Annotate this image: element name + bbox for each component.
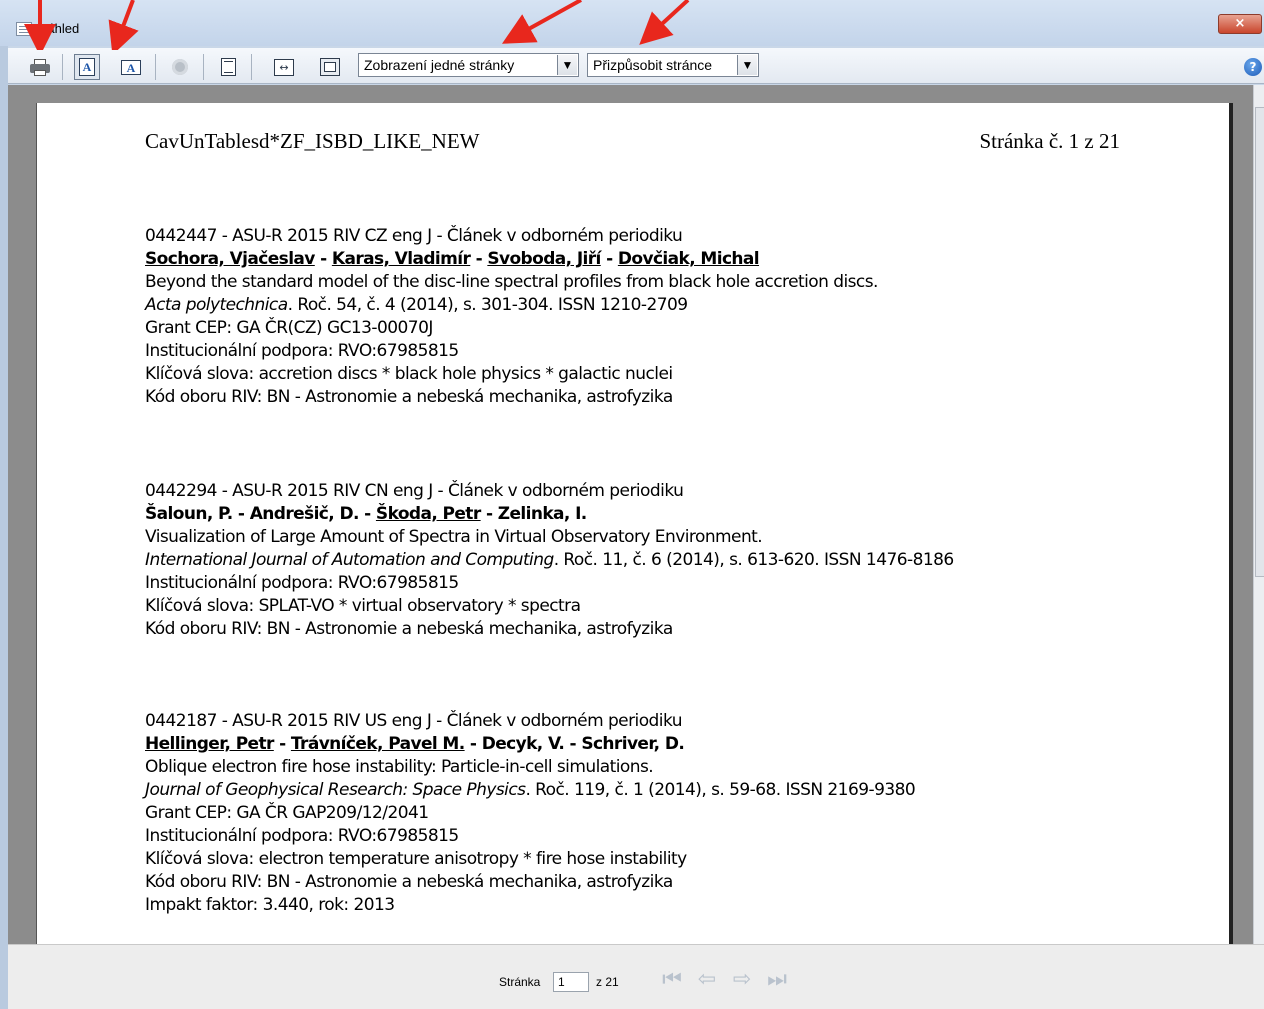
- next-page-icon[interactable]: ⇨: [729, 967, 755, 993]
- fit-width-icon: [274, 58, 294, 76]
- landscape-button[interactable]: A: [118, 54, 144, 80]
- page-number-input[interactable]: [553, 972, 589, 992]
- record-field-code: Kód oboru RIV: BN - Astronomie a nebeská…: [145, 619, 673, 639]
- zoom-mode-value: Přizpůsobit stránce: [593, 57, 713, 73]
- portrait-icon: A: [79, 58, 95, 76]
- help-icon[interactable]: ?: [1244, 58, 1262, 76]
- view-mode-select[interactable]: Zobrazení jedné stránky ▼: [358, 53, 579, 77]
- record-id-line: 0442447 - ASU-R 2015 RIV CZ eng J - Člán…: [145, 226, 683, 246]
- record-field-code: Kód oboru RIV: BN - Astronomie a nebeská…: [145, 387, 673, 407]
- author-link[interactable]: Sochora, Vjačeslav: [145, 249, 315, 269]
- author-link[interactable]: Škoda, Petr: [376, 504, 481, 524]
- toolbar: A A Zobrazení jedné stránky ▼ Přizpůsobi…: [8, 48, 1264, 84]
- record-keywords: Klíčová slova: electron temperature anis…: [145, 849, 687, 869]
- scrollbar-thumb[interactable]: [1255, 107, 1264, 577]
- page-navigation-bar: Stránka z 21 ⏮ ⇦ ⇨ ⏭: [8, 944, 1264, 1009]
- record-support: Institucionální podpora: RVO:67985815: [145, 573, 459, 593]
- fit-page-icon: [320, 58, 340, 76]
- vertical-scrollbar[interactable]: [1253, 85, 1264, 944]
- author-link[interactable]: Trávníček, Pavel M.: [291, 734, 465, 754]
- fit-width-button[interactable]: [271, 54, 297, 80]
- author-link[interactable]: Karas, Vladimír: [332, 249, 471, 269]
- single-page-button[interactable]: [215, 54, 241, 80]
- record-title: Visualization of Large Amount of Spectra…: [145, 527, 763, 547]
- record-keywords: Klíčová slova: SPLAT-VO * virtual observ…: [145, 596, 581, 616]
- author-name: Zelinka, I.: [497, 504, 588, 524]
- author-name: Andrešič, D.: [249, 504, 360, 524]
- journal-name: Journal of Geophysical Research: Space P…: [145, 780, 526, 800]
- journal-name: International Journal of Automation and …: [145, 550, 554, 570]
- record-id-line: 0442294 - ASU-R 2015 RIV CN eng J - Člán…: [145, 481, 684, 501]
- record-source: International Journal of Automation and …: [145, 549, 954, 572]
- document-viewport[interactable]: CavUnTablesd*ZF_ISBD_LIKE_NEW Stránka č.…: [8, 85, 1253, 963]
- chevron-down-icon[interactable]: ▼: [737, 55, 757, 75]
- author-link[interactable]: Svoboda, Jiří: [487, 249, 601, 269]
- last-page-icon[interactable]: ⏭: [764, 967, 790, 993]
- page-indicator: Stránka č. 1 z 21: [979, 129, 1120, 153]
- page-label: Stránka: [499, 975, 541, 989]
- author-link[interactable]: Hellinger, Petr: [145, 734, 274, 754]
- author-name: Decyk, V.: [481, 734, 565, 754]
- settings-gear-icon: [172, 59, 188, 75]
- single-page-icon: [220, 58, 236, 76]
- record-grant: Grant CEP: GA ČR(CZ) GC13-00070J: [145, 318, 433, 338]
- record-id-line: 0442187 - ASU-R 2015 RIV US eng J - Člán…: [145, 711, 683, 731]
- record-support: Institucionální podpora: RVO:67985815: [145, 826, 459, 846]
- record-keywords: Klíčová slova: accretion discs * black h…: [145, 364, 673, 384]
- journal-details: . Roč. 11, č. 6 (2014), s. 613-620. ISSN…: [553, 550, 955, 570]
- record-authors: Šaloun, P. - Andrešič, D. - Škoda, Petr …: [145, 504, 588, 524]
- record-source: Journal of Geophysical Research: Space P…: [145, 779, 916, 802]
- record-field-code: Kód oboru RIV: BN - Astronomie a nebeská…: [145, 872, 673, 892]
- record-support: Institucionální podpora: RVO:67985815: [145, 341, 459, 361]
- journal-details: . Roč. 119, č. 1 (2014), s. 59-68. ISSN …: [525, 780, 916, 800]
- journal-name: Acta polytechnica: [145, 295, 288, 315]
- journal-details: . Roč. 54, č. 4 (2014), s. 301-304. ISSN…: [287, 295, 689, 315]
- portrait-button[interactable]: A: [74, 54, 100, 80]
- record-grant: Grant CEP: GA ČR GAP209/12/2041: [145, 803, 429, 823]
- chevron-down-icon[interactable]: ▼: [557, 55, 577, 75]
- print-button[interactable]: [27, 54, 53, 80]
- record-authors: Sochora, Vjačeslav - Karas, Vladimír - S…: [145, 249, 760, 269]
- page-total: z 21: [596, 975, 619, 989]
- print-icon: [30, 59, 50, 76]
- record-title: Oblique electron fire hose instability: …: [145, 757, 654, 777]
- title-bar: Náhled ×: [0, 0, 1264, 46]
- fit-page-button[interactable]: [317, 54, 343, 80]
- landscape-icon: A: [121, 59, 141, 75]
- record: 0442187 - ASU-R 2015 RIV US eng J - Člán…: [145, 710, 916, 917]
- author-name: Šaloun, P.: [145, 504, 233, 524]
- prev-page-icon[interactable]: ⇦: [694, 967, 720, 993]
- record: 0442294 - ASU-R 2015 RIV CN eng J - Člán…: [145, 480, 954, 641]
- record-title: Beyond the standard model of the disc-li…: [145, 272, 878, 292]
- window-title: Náhled: [38, 21, 80, 36]
- record-authors: Hellinger, Petr - Trávníček, Pavel M. - …: [145, 734, 685, 754]
- record-source: Acta polytechnica. Roč. 54, č. 4 (2014),…: [145, 294, 878, 317]
- zoom-mode-select[interactable]: Přizpůsobit stránce ▼: [587, 53, 759, 77]
- author-link[interactable]: Dovčiak, Michal: [618, 249, 760, 269]
- first-page-icon[interactable]: ⏮: [659, 967, 685, 993]
- view-mode-value: Zobrazení jedné stránky: [364, 57, 515, 73]
- record-impact-factor: Impakt faktor: 3.440, rok: 2013: [145, 895, 395, 915]
- close-button[interactable]: ×: [1218, 14, 1262, 34]
- document-icon: [16, 22, 32, 36]
- author-name: Schriver, D.: [581, 734, 685, 754]
- page-setup-button[interactable]: [167, 54, 193, 80]
- record: 0442447 - ASU-R 2015 RIV CZ eng J - Člán…: [145, 225, 878, 409]
- document-page: CavUnTablesd*ZF_ISBD_LIKE_NEW Stránka č.…: [36, 103, 1233, 963]
- report-name: CavUnTablesd*ZF_ISBD_LIKE_NEW: [145, 129, 480, 153]
